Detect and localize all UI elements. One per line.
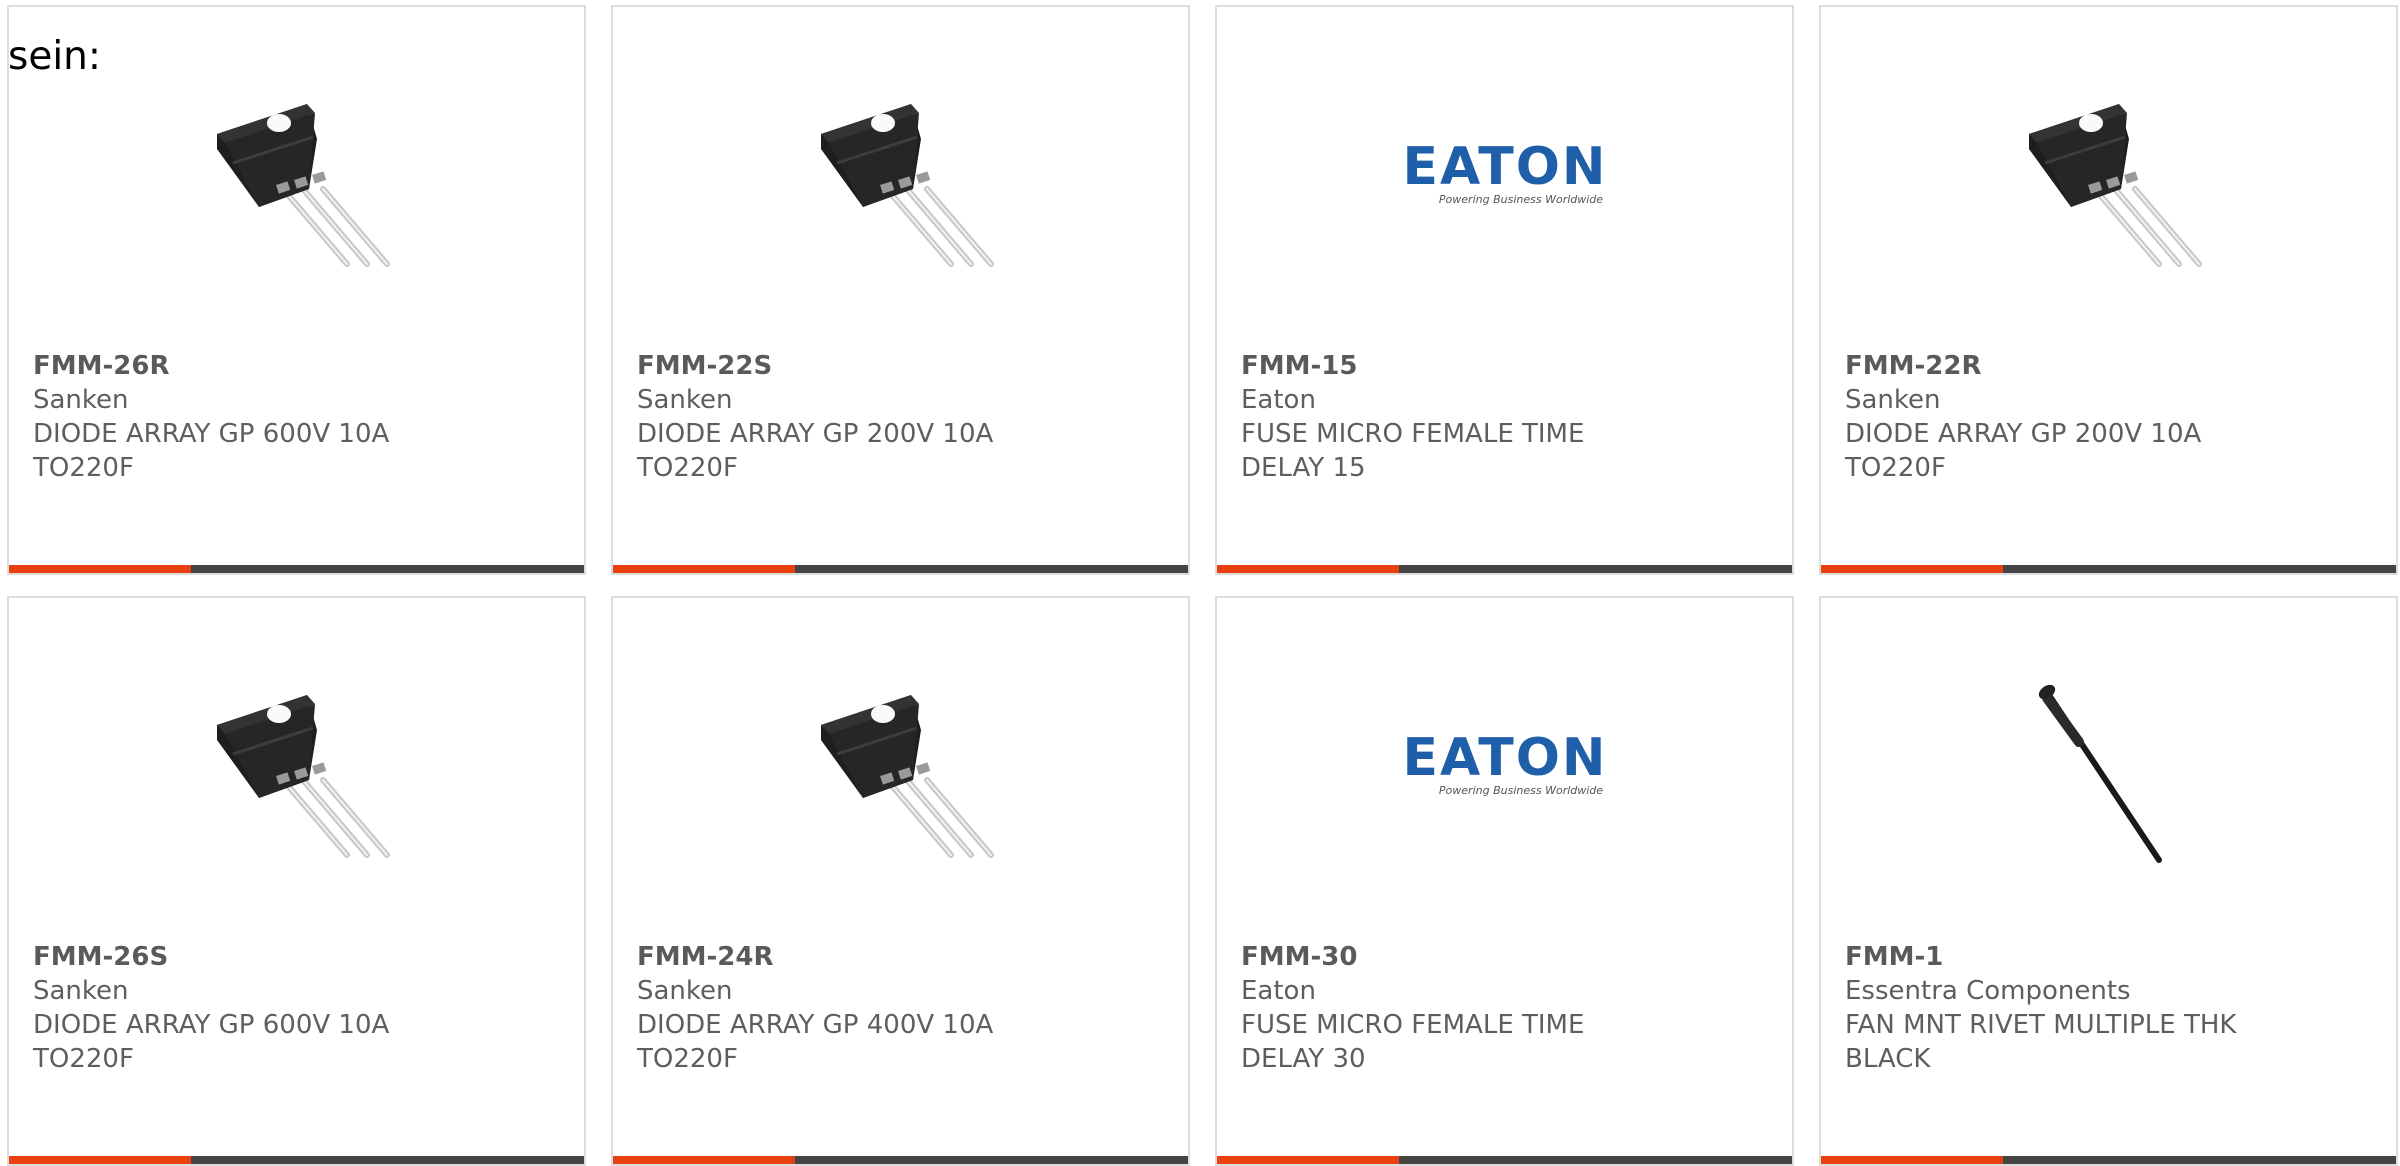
eaton-logo-image: EATONPowering Business Worldwide xyxy=(1404,670,1605,880)
fan-rivet-image xyxy=(2038,684,2162,863)
card-accent xyxy=(1821,1156,2003,1164)
product-image[interactable] xyxy=(197,670,397,880)
manufacturer: Eaton xyxy=(1241,385,1316,415)
product-image[interactable] xyxy=(2009,670,2209,880)
intro-text: sein: xyxy=(8,34,102,79)
to220f-transistor-image xyxy=(820,695,994,858)
product-info: FMM-22S Sanken DIODE ARRAY GP 200V 10A T… xyxy=(637,349,1168,485)
manufacturer: Sanken xyxy=(33,976,129,1006)
manufacturer: Sanken xyxy=(33,385,129,415)
manufacturer: Eaton xyxy=(1241,976,1316,1006)
part-number[interactable]: FMM-26S xyxy=(33,940,564,974)
card-footer-bar xyxy=(1821,1156,2396,1164)
part-number[interactable]: FMM-24R xyxy=(637,940,1168,974)
product-info: FMM-15 Eaton FUSE MICRO FEMALE TIME DELA… xyxy=(1241,349,1772,485)
product-info: FMM-26S Sanken DIODE ARRAY GP 600V 10A T… xyxy=(33,940,564,1076)
manufacturer: Sanken xyxy=(637,385,733,415)
manufacturer: Essentra Components xyxy=(1845,976,2131,1006)
svg-text:Powering Business Worldwide: Powering Business Worldwide xyxy=(1438,784,1602,797)
description: FUSE MICRO FEMALE TIME DELAY 15 xyxy=(1241,419,1585,483)
card-footer-bar xyxy=(1217,1156,1792,1164)
product-card[interactable]: FMM-1 Essentra Components FAN MNT RIVET … xyxy=(1819,596,2398,1166)
part-number[interactable]: FMM-30 xyxy=(1241,940,1772,974)
card-accent xyxy=(1217,1156,1399,1164)
product-image[interactable] xyxy=(801,79,1001,289)
card-accent xyxy=(1821,565,2003,573)
card-footer-bar xyxy=(1821,565,2396,573)
card-accent xyxy=(613,565,795,573)
part-number[interactable]: FMM-22S xyxy=(637,349,1168,383)
card-footer-bar xyxy=(1217,565,1792,573)
product-card[interactable]: FMM-22S Sanken DIODE ARRAY GP 200V 10A T… xyxy=(611,5,1190,575)
part-number[interactable]: FMM-15 xyxy=(1241,349,1772,383)
product-info: FMM-26R Sanken DIODE ARRAY GP 600V 10A T… xyxy=(33,349,564,485)
description: FAN MNT RIVET MULTIPLE THK BLACK xyxy=(1845,1010,2237,1074)
description: DIODE ARRAY GP 400V 10A TO220F xyxy=(637,1010,994,1074)
svg-text:Powering Business Worldwide: Powering Business Worldwide xyxy=(1438,193,1602,206)
product-card[interactable]: EATON Powering Business Worldwide FMM-30 … xyxy=(1215,596,1794,1166)
product-grid: FMM-26R Sanken DIODE ARRAY GP 600V 10A T… xyxy=(7,5,2398,1166)
description: DIODE ARRAY GP 200V 10A TO220F xyxy=(1845,419,2202,483)
to220f-transistor-image xyxy=(216,104,390,267)
part-number[interactable]: FMM-26R xyxy=(33,349,564,383)
product-info: FMM-22R Sanken DIODE ARRAY GP 200V 10A T… xyxy=(1845,349,2376,485)
card-accent xyxy=(1217,565,1399,573)
product-card[interactable]: FMM-26R Sanken DIODE ARRAY GP 600V 10A T… xyxy=(7,5,586,575)
product-image[interactable] xyxy=(2009,79,2209,289)
card-footer-bar xyxy=(613,565,1188,573)
product-image[interactable]: EATON Powering Business Worldwide xyxy=(1404,670,1605,880)
svg-text:EATON: EATON xyxy=(1405,137,1605,197)
eaton-logo-image: EATONPowering Business Worldwide xyxy=(1404,79,1605,289)
manufacturer: Sanken xyxy=(637,976,733,1006)
product-card[interactable]: EATON Powering Business Worldwide FMM-15 … xyxy=(1215,5,1794,575)
product-card[interactable]: FMM-24R Sanken DIODE ARRAY GP 400V 10A T… xyxy=(611,596,1190,1166)
product-card[interactable]: FMM-26S Sanken DIODE ARRAY GP 600V 10A T… xyxy=(7,596,586,1166)
card-footer-bar xyxy=(613,1156,1188,1164)
part-number[interactable]: FMM-22R xyxy=(1845,349,2376,383)
to220f-transistor-image xyxy=(2028,104,2202,267)
to220f-transistor-image xyxy=(216,695,390,858)
product-image[interactable] xyxy=(801,670,1001,880)
product-info: FMM-1 Essentra Components FAN MNT RIVET … xyxy=(1845,940,2376,1076)
product-image[interactable]: EATON Powering Business Worldwide xyxy=(1404,79,1605,289)
card-accent xyxy=(9,565,191,573)
card-accent xyxy=(613,1156,795,1164)
card-footer-bar xyxy=(9,1156,584,1164)
product-card[interactable]: FMM-22R Sanken DIODE ARRAY GP 200V 10A T… xyxy=(1819,5,2398,575)
manufacturer: Sanken xyxy=(1845,385,1941,415)
product-info: FMM-30 Eaton FUSE MICRO FEMALE TIME DELA… xyxy=(1241,940,1772,1076)
description: FUSE MICRO FEMALE TIME DELAY 30 xyxy=(1241,1010,1585,1074)
description: DIODE ARRAY GP 600V 10A TO220F xyxy=(33,1010,390,1074)
product-image[interactable] xyxy=(197,79,397,289)
to220f-transistor-image xyxy=(820,104,994,267)
card-footer-bar xyxy=(9,565,584,573)
product-info: FMM-24R Sanken DIODE ARRAY GP 400V 10A T… xyxy=(637,940,1168,1076)
description: DIODE ARRAY GP 200V 10A TO220F xyxy=(637,419,994,483)
part-number[interactable]: FMM-1 xyxy=(1845,940,2376,974)
svg-text:EATON: EATON xyxy=(1405,728,1605,788)
card-accent xyxy=(9,1156,191,1164)
description: DIODE ARRAY GP 600V 10A TO220F xyxy=(33,419,390,483)
